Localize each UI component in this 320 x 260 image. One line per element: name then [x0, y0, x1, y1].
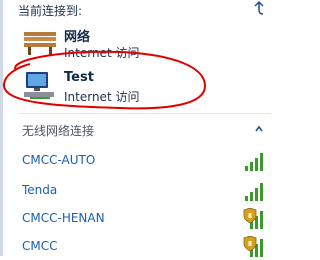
wifi-network-item[interactable]: CMCC-AUTO — [22, 150, 271, 174]
wifi-network-name: Tenda — [22, 183, 58, 197]
secured-signal-icon — [243, 208, 263, 229]
refresh-icon[interactable] — [251, 0, 267, 16]
wifi-network-item[interactable]: Tenda — [22, 180, 271, 204]
signal-strength-icon — [245, 153, 263, 171]
window-edge — [0, 0, 3, 256]
wifi-network-name: CMCC-HENAN — [22, 211, 105, 225]
connection-name: 网络 — [64, 30, 91, 45]
network-computer-icon — [24, 72, 54, 99]
wifi-network-item[interactable]: CMCC — [22, 236, 271, 260]
bench-icon — [24, 32, 56, 55]
connected-header: 当前连接到: — [18, 4, 83, 18]
connection-item-network[interactable]: 网络 Internet 访问 — [22, 26, 222, 60]
wifi-network-name: CMCC — [22, 239, 58, 253]
signal-strength-icon — [245, 183, 263, 201]
wireless-section-header[interactable]: 无线网络连接 — [22, 122, 94, 139]
connection-name: Test — [64, 70, 94, 85]
connection-status: Internet 访问 — [64, 90, 140, 104]
wifi-network-item[interactable]: CMCC-HENAN — [22, 208, 271, 232]
network-flyout: 当前连接到: 网络 Internet 访问 Test Internet 访问 无… — [0, 0, 271, 257]
connection-status: Internet 访问 — [64, 46, 140, 60]
secured-signal-icon — [243, 236, 263, 257]
connection-item-test[interactable]: Test Internet 访问 — [22, 70, 222, 104]
wifi-network-name: CMCC-AUTO — [22, 153, 96, 167]
chevron-up-icon[interactable] — [254, 124, 264, 134]
divider — [18, 113, 271, 114]
